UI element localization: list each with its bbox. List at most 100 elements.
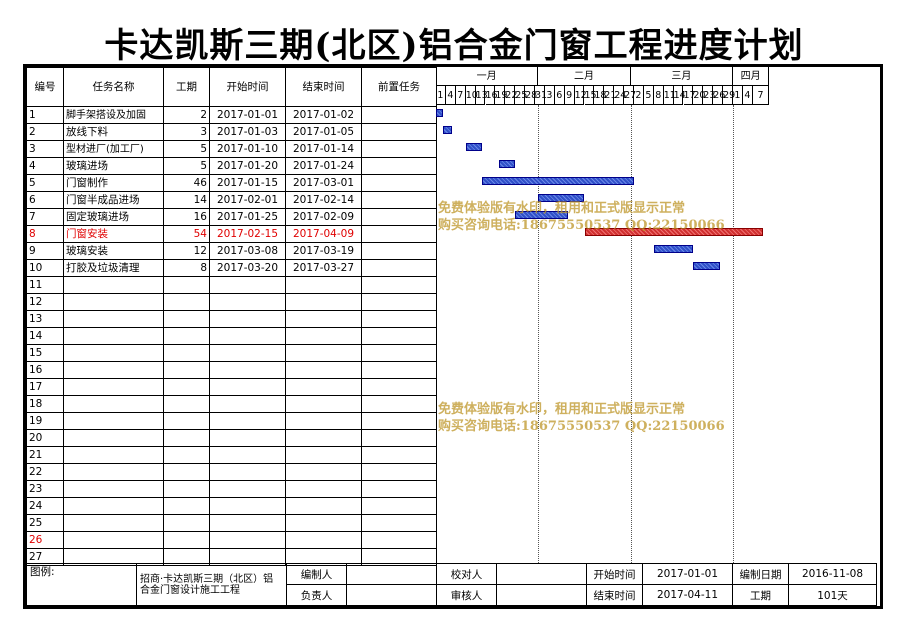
empty-cell[interactable] xyxy=(361,378,437,396)
empty-cell[interactable] xyxy=(285,497,362,515)
gantt-bar[interactable] xyxy=(498,160,516,168)
empty-cell[interactable] xyxy=(63,446,164,464)
task-start[interactable]: 2017-02-15 xyxy=(209,225,286,243)
empty-cell[interactable] xyxy=(285,378,362,396)
empty-cell[interactable] xyxy=(63,378,164,396)
table-row[interactable]: 7 固定玻璃进场 16 2017-01-25 2017-02-09 xyxy=(26,208,437,226)
task-id[interactable]: 2 xyxy=(26,123,64,141)
empty-cell[interactable] xyxy=(163,395,210,413)
task-name[interactable]: 放线下料 xyxy=(63,123,164,141)
table-row[interactable]: 21 xyxy=(26,446,437,464)
table-row[interactable]: 15 xyxy=(26,344,437,362)
empty-cell[interactable] xyxy=(63,497,164,515)
task-duration[interactable]: 12 xyxy=(163,242,210,260)
empty-cell[interactable] xyxy=(361,497,437,515)
empty-cell[interactable] xyxy=(285,361,362,379)
task-end[interactable]: 2017-01-24 xyxy=(285,157,362,175)
empty-cell[interactable] xyxy=(209,412,286,430)
owner-value[interactable] xyxy=(346,584,437,606)
empty-cell[interactable] xyxy=(209,446,286,464)
task-predecessor[interactable] xyxy=(361,225,437,243)
task-id[interactable]: 16 xyxy=(26,361,64,379)
empty-cell[interactable] xyxy=(209,361,286,379)
task-end[interactable]: 2017-01-05 xyxy=(285,123,362,141)
empty-cell[interactable] xyxy=(209,463,286,481)
gantt-bar[interactable] xyxy=(653,245,694,253)
empty-cell[interactable] xyxy=(285,429,362,447)
task-name[interactable]: 脚手架搭设及加固 xyxy=(63,106,164,124)
table-row[interactable]: 2 放线下料 3 2017-01-03 2017-01-05 xyxy=(26,123,437,141)
start-time-value[interactable]: 2017-01-01 xyxy=(642,563,733,585)
table-row[interactable]: 3 型材进厂(加工厂) 5 2017-01-10 2017-01-14 xyxy=(26,140,437,158)
empty-cell[interactable] xyxy=(285,446,362,464)
compiler-value[interactable] xyxy=(346,563,437,585)
task-end[interactable]: 2017-03-01 xyxy=(285,174,362,192)
empty-cell[interactable] xyxy=(209,276,286,294)
reviewer-value[interactable] xyxy=(496,584,587,606)
table-row[interactable]: 20 xyxy=(26,429,437,447)
table-row[interactable]: 16 xyxy=(26,361,437,379)
task-name[interactable]: 门窗制作 xyxy=(63,174,164,192)
empty-cell[interactable] xyxy=(361,514,437,532)
empty-cell[interactable] xyxy=(63,531,164,549)
task-start[interactable]: 2017-03-20 xyxy=(209,259,286,277)
task-id[interactable]: 11 xyxy=(26,276,64,294)
empty-cell[interactable] xyxy=(163,361,210,379)
empty-cell[interactable] xyxy=(63,480,164,498)
task-predecessor[interactable] xyxy=(361,123,437,141)
empty-cell[interactable] xyxy=(63,514,164,532)
header-id[interactable]: 编号 xyxy=(26,67,64,107)
header-task-name[interactable]: 任务名称 xyxy=(63,67,164,107)
table-row[interactable]: 14 xyxy=(26,327,437,345)
empty-cell[interactable] xyxy=(285,344,362,362)
task-id[interactable]: 12 xyxy=(26,293,64,311)
task-id[interactable]: 9 xyxy=(26,242,64,260)
task-name[interactable]: 打胶及垃圾清理 xyxy=(63,259,164,277)
task-id[interactable]: 20 xyxy=(26,429,64,447)
empty-cell[interactable] xyxy=(163,429,210,447)
empty-cell[interactable] xyxy=(361,293,437,311)
empty-cell[interactable] xyxy=(361,446,437,464)
empty-cell[interactable] xyxy=(285,310,362,328)
gantt-bar[interactable] xyxy=(465,143,483,151)
task-duration[interactable]: 5 xyxy=(163,140,210,158)
empty-cell[interactable] xyxy=(361,276,437,294)
task-name[interactable]: 玻璃安装 xyxy=(63,242,164,260)
empty-cell[interactable] xyxy=(209,429,286,447)
task-start[interactable]: 2017-01-20 xyxy=(209,157,286,175)
table-row[interactable]: 22 xyxy=(26,463,437,481)
task-id[interactable]: 14 xyxy=(26,327,64,345)
task-id[interactable]: 6 xyxy=(26,191,64,209)
task-start[interactable]: 2017-02-01 xyxy=(209,191,286,209)
task-end[interactable]: 2017-03-27 xyxy=(285,259,362,277)
task-predecessor[interactable] xyxy=(361,191,437,209)
task-id[interactable]: 8 xyxy=(26,225,64,243)
task-id[interactable]: 24 xyxy=(26,497,64,515)
empty-cell[interactable] xyxy=(163,514,210,532)
header-duration[interactable]: 工期 xyxy=(163,67,210,107)
empty-cell[interactable] xyxy=(63,463,164,481)
empty-cell[interactable] xyxy=(285,293,362,311)
empty-cell[interactable] xyxy=(163,327,210,345)
task-duration[interactable]: 14 xyxy=(163,191,210,209)
empty-cell[interactable] xyxy=(285,395,362,413)
empty-cell[interactable] xyxy=(209,514,286,532)
task-id[interactable]: 23 xyxy=(26,480,64,498)
task-name[interactable]: 型材进厂(加工厂) xyxy=(63,140,164,158)
task-id[interactable]: 22 xyxy=(26,463,64,481)
task-id[interactable]: 21 xyxy=(26,446,64,464)
task-end[interactable]: 2017-02-09 xyxy=(285,208,362,226)
empty-cell[interactable] xyxy=(285,412,362,430)
empty-cell[interactable] xyxy=(63,310,164,328)
table-row[interactable]: 25 xyxy=(26,514,437,532)
proofreader-value[interactable] xyxy=(496,563,587,585)
task-duration[interactable]: 8 xyxy=(163,259,210,277)
empty-cell[interactable] xyxy=(63,429,164,447)
task-end[interactable]: 2017-01-14 xyxy=(285,140,362,158)
task-predecessor[interactable] xyxy=(361,208,437,226)
empty-cell[interactable] xyxy=(63,293,164,311)
gantt-bar[interactable] xyxy=(693,262,720,270)
task-predecessor[interactable] xyxy=(361,157,437,175)
empty-cell[interactable] xyxy=(361,327,437,345)
task-start[interactable]: 2017-01-01 xyxy=(209,106,286,124)
